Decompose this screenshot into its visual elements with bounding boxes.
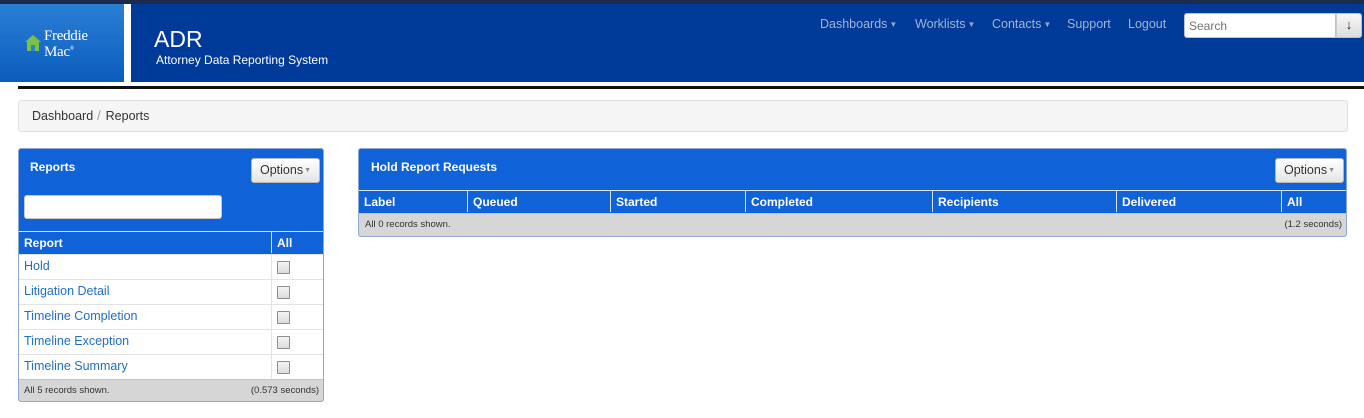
app-title: ADR (154, 26, 203, 52)
nav-dashboards[interactable]: Dashboards ▼ (820, 17, 897, 37)
nav-worklists[interactable]: Worklists ▼ (915, 17, 975, 37)
nav-logout-label: Logout (1128, 17, 1167, 31)
breadcrumb: Dashboard / Reports (18, 100, 1348, 132)
column-divider (271, 280, 272, 305)
row-checkbox[interactable] (277, 286, 290, 299)
reports-panel-title: Reports (30, 160, 76, 174)
column-divider (271, 255, 272, 280)
breadcrumb-reports: Reports (105, 109, 150, 123)
column-header-delivered[interactable]: Delivered (1117, 190, 1282, 212)
search-button[interactable]: ↓ (1336, 13, 1362, 38)
report-link-hold[interactable]: Hold (24, 259, 50, 273)
load-time: (1.2 seconds) (1284, 219, 1342, 230)
table-row: Timeline Exception (19, 329, 323, 355)
logo-line-2: Mac (44, 44, 70, 60)
reports-options-button[interactable]: Options▼ (251, 158, 321, 183)
options-label: Options (1284, 163, 1328, 177)
breadcrumb-separator: / (97, 109, 101, 123)
table-row: Hold (19, 254, 323, 280)
column-divider (271, 355, 272, 380)
top-header: Freddie Mac® ADR Attorney Data Reporting… (0, 0, 1364, 82)
caret-down-icon: ▼ (967, 20, 976, 29)
caret-down-icon: ▼ (1328, 167, 1336, 174)
hold-options-button[interactable]: Options▼ (1275, 158, 1345, 183)
nav-dashboards-label: Dashboards (820, 17, 888, 31)
hold-report-requests-panel: Hold Report Requests Options▼ Label Queu… (358, 148, 1347, 237)
search-input[interactable] (1184, 13, 1336, 38)
options-label: Options (260, 163, 304, 177)
column-header-label[interactable]: Label (359, 190, 468, 212)
report-link-timeline-exception[interactable]: Timeline Exception (24, 334, 129, 348)
hold-table-footer: All 0 records shown. (1.2 seconds) (359, 213, 1346, 236)
hold-table-header: Label Queued Started Completed Recipient… (359, 190, 1346, 212)
row-checkbox[interactable] (277, 336, 290, 349)
nav-contacts-label: Contacts (992, 17, 1042, 31)
reports-panel: Reports Options▼ Report All Hold Litigat… (18, 148, 324, 402)
logo-registered-mark: ® (69, 46, 75, 52)
row-checkbox[interactable] (277, 311, 290, 324)
table-row: Timeline Summary (19, 354, 323, 380)
reports-filter-input[interactable] (24, 195, 222, 219)
report-link-timeline-completion[interactable]: Timeline Completion (24, 309, 137, 323)
caret-down-icon: ▼ (889, 20, 898, 29)
table-row: Timeline Completion (19, 304, 323, 330)
down-arrow-icon: ↓ (1345, 17, 1353, 32)
row-checkbox[interactable] (277, 261, 290, 274)
row-checkbox[interactable] (277, 361, 290, 374)
nav-logout[interactable]: Logout (1128, 17, 1166, 37)
nav-support[interactable]: Support (1067, 17, 1111, 37)
records-count: All 5 records shown. (24, 385, 110, 396)
column-header-report[interactable]: Report (19, 231, 272, 253)
records-count: All 0 records shown. (365, 219, 451, 230)
header-divider (18, 86, 1364, 89)
load-time: (0.573 seconds) (250, 385, 319, 396)
column-header-started[interactable]: Started (611, 190, 746, 212)
column-header-completed[interactable]: Completed (746, 190, 933, 212)
column-divider (271, 305, 272, 330)
app-subtitle: Attorney Data Reporting System (156, 53, 329, 67)
table-row: Litigation Detail (19, 279, 323, 305)
breadcrumb-dashboard[interactable]: Dashboard (32, 109, 93, 123)
nav-worklists-label: Worklists (915, 17, 966, 31)
reports-table-header: Report All (19, 231, 323, 253)
column-header-queued[interactable]: Queued (468, 190, 611, 212)
reports-table-footer: All 5 records shown. (0.573 seconds) (19, 379, 323, 401)
caret-down-icon: ▼ (304, 167, 312, 174)
nav-support-label: Support (1067, 17, 1111, 31)
column-header-all[interactable]: All (272, 231, 323, 253)
column-header-all[interactable]: All (1282, 190, 1346, 212)
logo-divider (124, 4, 131, 82)
house-icon (25, 35, 41, 51)
hold-panel-title: Hold Report Requests (371, 160, 498, 174)
column-header-recipients[interactable]: Recipients (933, 190, 1117, 212)
logo-text: Freddie Mac® (44, 28, 88, 60)
report-link-timeline-summary[interactable]: Timeline Summary (24, 359, 128, 373)
report-link-litigation-detail[interactable]: Litigation Detail (24, 284, 109, 298)
nav-contacts[interactable]: Contacts ▼ (992, 17, 1051, 37)
caret-down-icon: ▼ (1043, 20, 1052, 29)
column-divider (271, 330, 272, 355)
logo-line-1: Freddie (44, 28, 88, 44)
freddie-mac-logo[interactable]: Freddie Mac® (0, 4, 124, 82)
